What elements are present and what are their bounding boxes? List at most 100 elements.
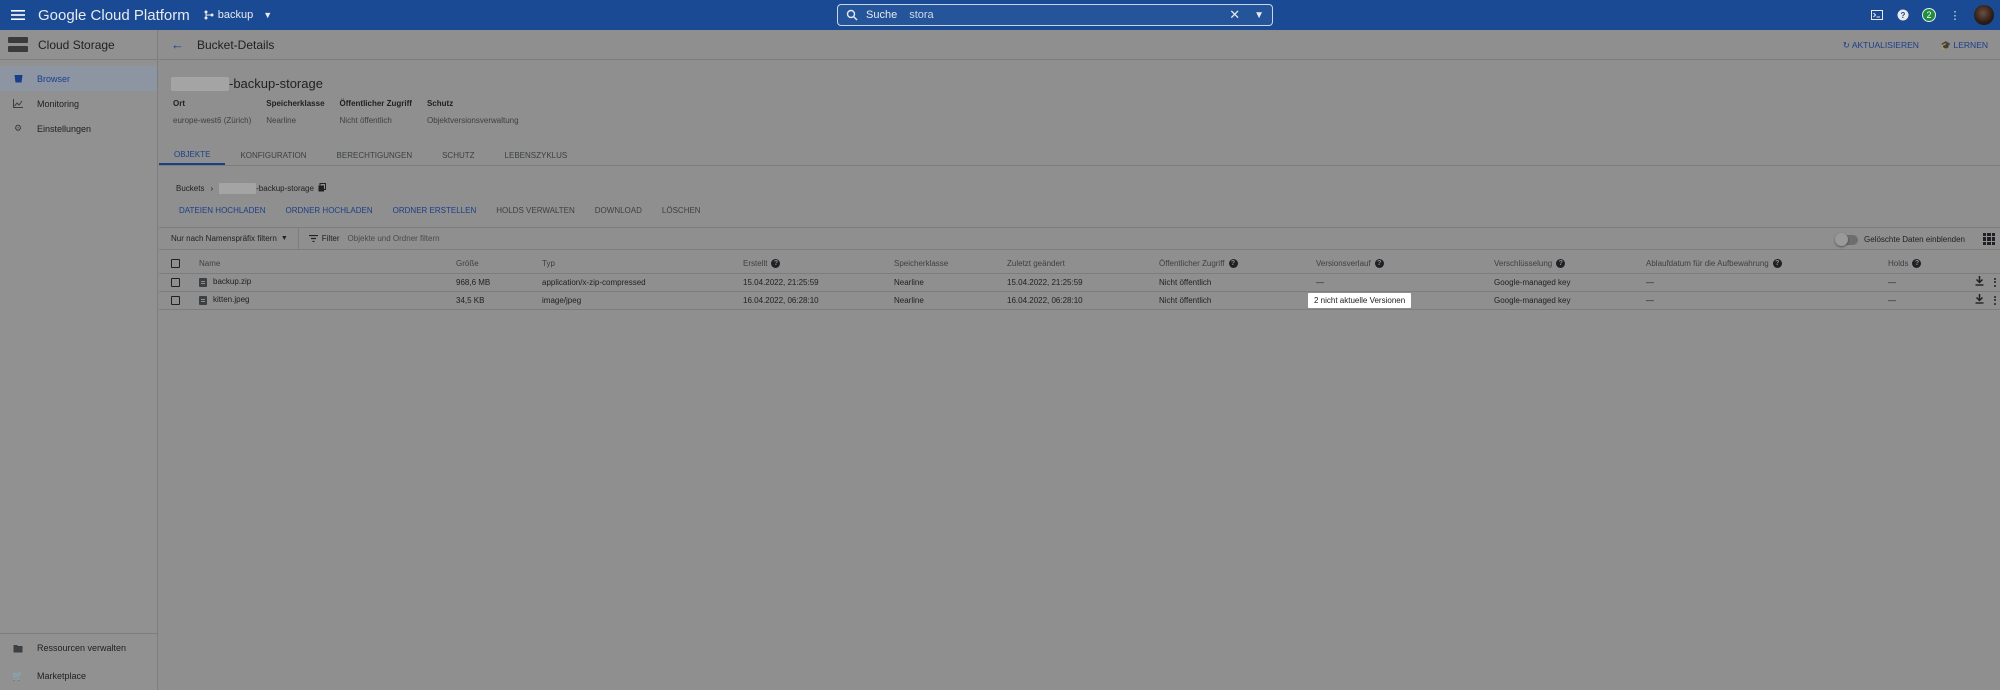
column-header[interactable]: Versionsverlauf? (1316, 255, 1494, 274)
project-selector[interactable]: backup ▼ (204, 9, 272, 21)
meta-location: Ort europe-west6 (Zürich) (173, 99, 252, 125)
bucket-name: -backup-storage (171, 76, 323, 91)
help-icon[interactable]: ? (771, 259, 781, 269)
more-vert-icon[interactable] (1994, 295, 1996, 305)
manage-holds-button[interactable]: HOLDS VERWALTEN (486, 206, 585, 215)
sidebar: Cloud Storage Browser Monitoring ⚙ Einst… (0, 30, 158, 690)
sidebar-item-marketplace[interactable]: 🛒 Marketplace (0, 662, 157, 690)
help-icon[interactable]: ? (1896, 8, 1910, 22)
cart-icon: 🛒 (12, 670, 24, 681)
menu-icon[interactable] (0, 0, 36, 30)
help-icon[interactable]: ? (1374, 259, 1384, 269)
cell-versions: — (1316, 273, 1494, 292)
filter-button[interactable]: Filter (308, 234, 340, 243)
sidebar-header: Cloud Storage (0, 30, 157, 60)
upload-files-button[interactable]: DATEIEN HOCHLADEN (169, 206, 276, 215)
sidebar-item-label: Marketplace (37, 671, 87, 681)
help-icon[interactable]: ? (1556, 259, 1566, 269)
breadcrumb-root[interactable]: Buckets (176, 184, 204, 193)
more-vert-icon[interactable] (1994, 277, 1996, 287)
create-folder-button[interactable]: ORDNER ERSTELLEN (383, 206, 487, 215)
objects-table: Name Größe Typ Erstellt? Speicherklasse … (159, 255, 2000, 310)
topbar-actions: ? 2 ⋮ (1870, 0, 2000, 30)
refresh-button[interactable]: ↻ AKTUALISIEREN (1843, 40, 1919, 51)
page-title: Bucket-Details (197, 37, 275, 52)
column-header[interactable]: Verschlüsselung? (1494, 255, 1646, 274)
filter-icon (308, 235, 318, 242)
row-checkbox[interactable] (171, 295, 180, 305)
column-header[interactable]: Öffentlicher Zugriff? (1159, 255, 1316, 274)
redacted-text (219, 183, 257, 194)
filter-input[interactable]: Objekte und Ordner filtern (348, 234, 440, 243)
search-icon (846, 9, 858, 21)
sidebar-item-manage-resources[interactable]: Ressourcen verwalten (0, 634, 157, 662)
chevron-down-icon[interactable]: ▼ (1254, 10, 1264, 21)
redacted-text (171, 76, 229, 91)
school-icon: 🎓 (1940, 39, 1952, 50)
back-arrow-icon[interactable]: ← (171, 37, 185, 52)
cell-storage-class: Nearline (894, 291, 1007, 310)
column-display-icon[interactable] (1983, 233, 1995, 245)
search-input[interactable]: stora (909, 9, 1229, 21)
cell-public-access: Nicht öffentlich (1159, 273, 1316, 292)
tab-permissions[interactable]: BERECHTIGUNGEN (322, 146, 428, 165)
more-vert-icon[interactable]: ⋮ (1948, 8, 1962, 22)
gear-icon: ⚙ (13, 123, 23, 133)
column-header[interactable]: Speicherklasse (894, 255, 1007, 274)
cloud-shell-icon[interactable] (1870, 8, 1884, 22)
tab-objects[interactable]: OBJEKTE (159, 146, 226, 165)
table-row[interactable]: backup.zip 968,6 MB application/x-zip-co… (159, 273, 2000, 292)
sidebar-item-browser[interactable]: Browser (0, 66, 157, 91)
help-icon[interactable]: ? (1912, 259, 1922, 269)
chevron-right-icon: › (210, 184, 214, 193)
download-icon[interactable] (1975, 293, 1984, 307)
column-header[interactable]: Zuletzt geändert (1007, 255, 1159, 274)
noncurrent-versions-link[interactable]: 2 nicht aktuelle Versionen (1308, 292, 1412, 308)
cell-public-access: Nicht öffentlich (1159, 291, 1316, 310)
help-icon[interactable]: ? (1228, 259, 1238, 269)
download-button[interactable]: DOWNLOAD (585, 206, 652, 215)
column-header[interactable]: Holds? (1888, 255, 1958, 274)
column-header[interactable]: Typ (542, 255, 743, 274)
cell-type: image/jpeg (542, 291, 743, 310)
filter-bar: Nur nach Namenspräfix filtern ▼ Filter O… (159, 227, 2000, 250)
clear-search-icon[interactable]: ✕ (1229, 7, 1240, 23)
tab-protection[interactable]: SCHUTZ (427, 146, 489, 165)
learn-button[interactable]: 🎓 LERNEN (1941, 40, 1988, 51)
toggle-switch[interactable] (1835, 232, 1859, 246)
notifications-badge[interactable]: 2 (1922, 8, 1936, 22)
table-row[interactable]: kitten.jpeg 34,5 KB image/jpeg 16.04.202… (159, 291, 2000, 310)
column-header[interactable]: Ablaufdatum für die Aufbewahrung? (1646, 255, 1888, 274)
column-header[interactable]: Größe (456, 255, 542, 274)
breadcrumb-bucket: -backup-storage (256, 184, 314, 193)
prefix-filter-dropdown[interactable]: Nur nach Namenspräfix filtern ▼ (171, 234, 288, 243)
upload-folder-button[interactable]: ORDNER HOCHLADEN (276, 206, 383, 215)
cell-created: 16.04.2022, 06:28:10 (743, 291, 894, 310)
tab-configuration[interactable]: KONFIGURATION (225, 146, 321, 165)
sidebar-item-settings[interactable]: ⚙ Einstellungen (0, 116, 157, 141)
table-header-row: Name Größe Typ Erstellt? Speicherklasse … (159, 255, 2000, 274)
brand-logo[interactable]: Google Cloud Platform (38, 7, 190, 24)
project-name: backup (217, 9, 254, 21)
sidebar-item-label: Monitoring (37, 98, 80, 109)
avatar[interactable] (1974, 5, 1994, 25)
object-name-link[interactable]: backup.zip (213, 277, 251, 286)
file-icon (199, 277, 207, 287)
cell-holds: — (1888, 291, 1958, 310)
download-icon[interactable] (1975, 275, 1984, 289)
sidebar-item-monitoring[interactable]: Monitoring (0, 91, 157, 116)
help-icon[interactable]: ? (1772, 259, 1782, 269)
delete-button[interactable]: LÖSCHEN (652, 206, 711, 215)
copy-icon[interactable] (318, 183, 326, 194)
column-header[interactable]: Name (199, 255, 456, 274)
object-name-link[interactable]: kitten.jpeg (213, 295, 249, 304)
search-bar[interactable]: Suche stora ✕ ▼ (837, 4, 1273, 26)
sidebar-item-label: Ressourcen verwalten (37, 643, 127, 653)
select-all-checkbox[interactable] (171, 259, 180, 269)
tab-lifecycle[interactable]: LEBENSZYKLUS (490, 146, 583, 165)
row-checkbox[interactable] (171, 277, 180, 287)
divider (297, 227, 299, 250)
show-deleted-toggle[interactable]: Gelöschte Daten einblenden (1835, 228, 1965, 251)
cell-retention: — (1646, 291, 1888, 310)
column-header[interactable]: Erstellt? (743, 255, 894, 274)
